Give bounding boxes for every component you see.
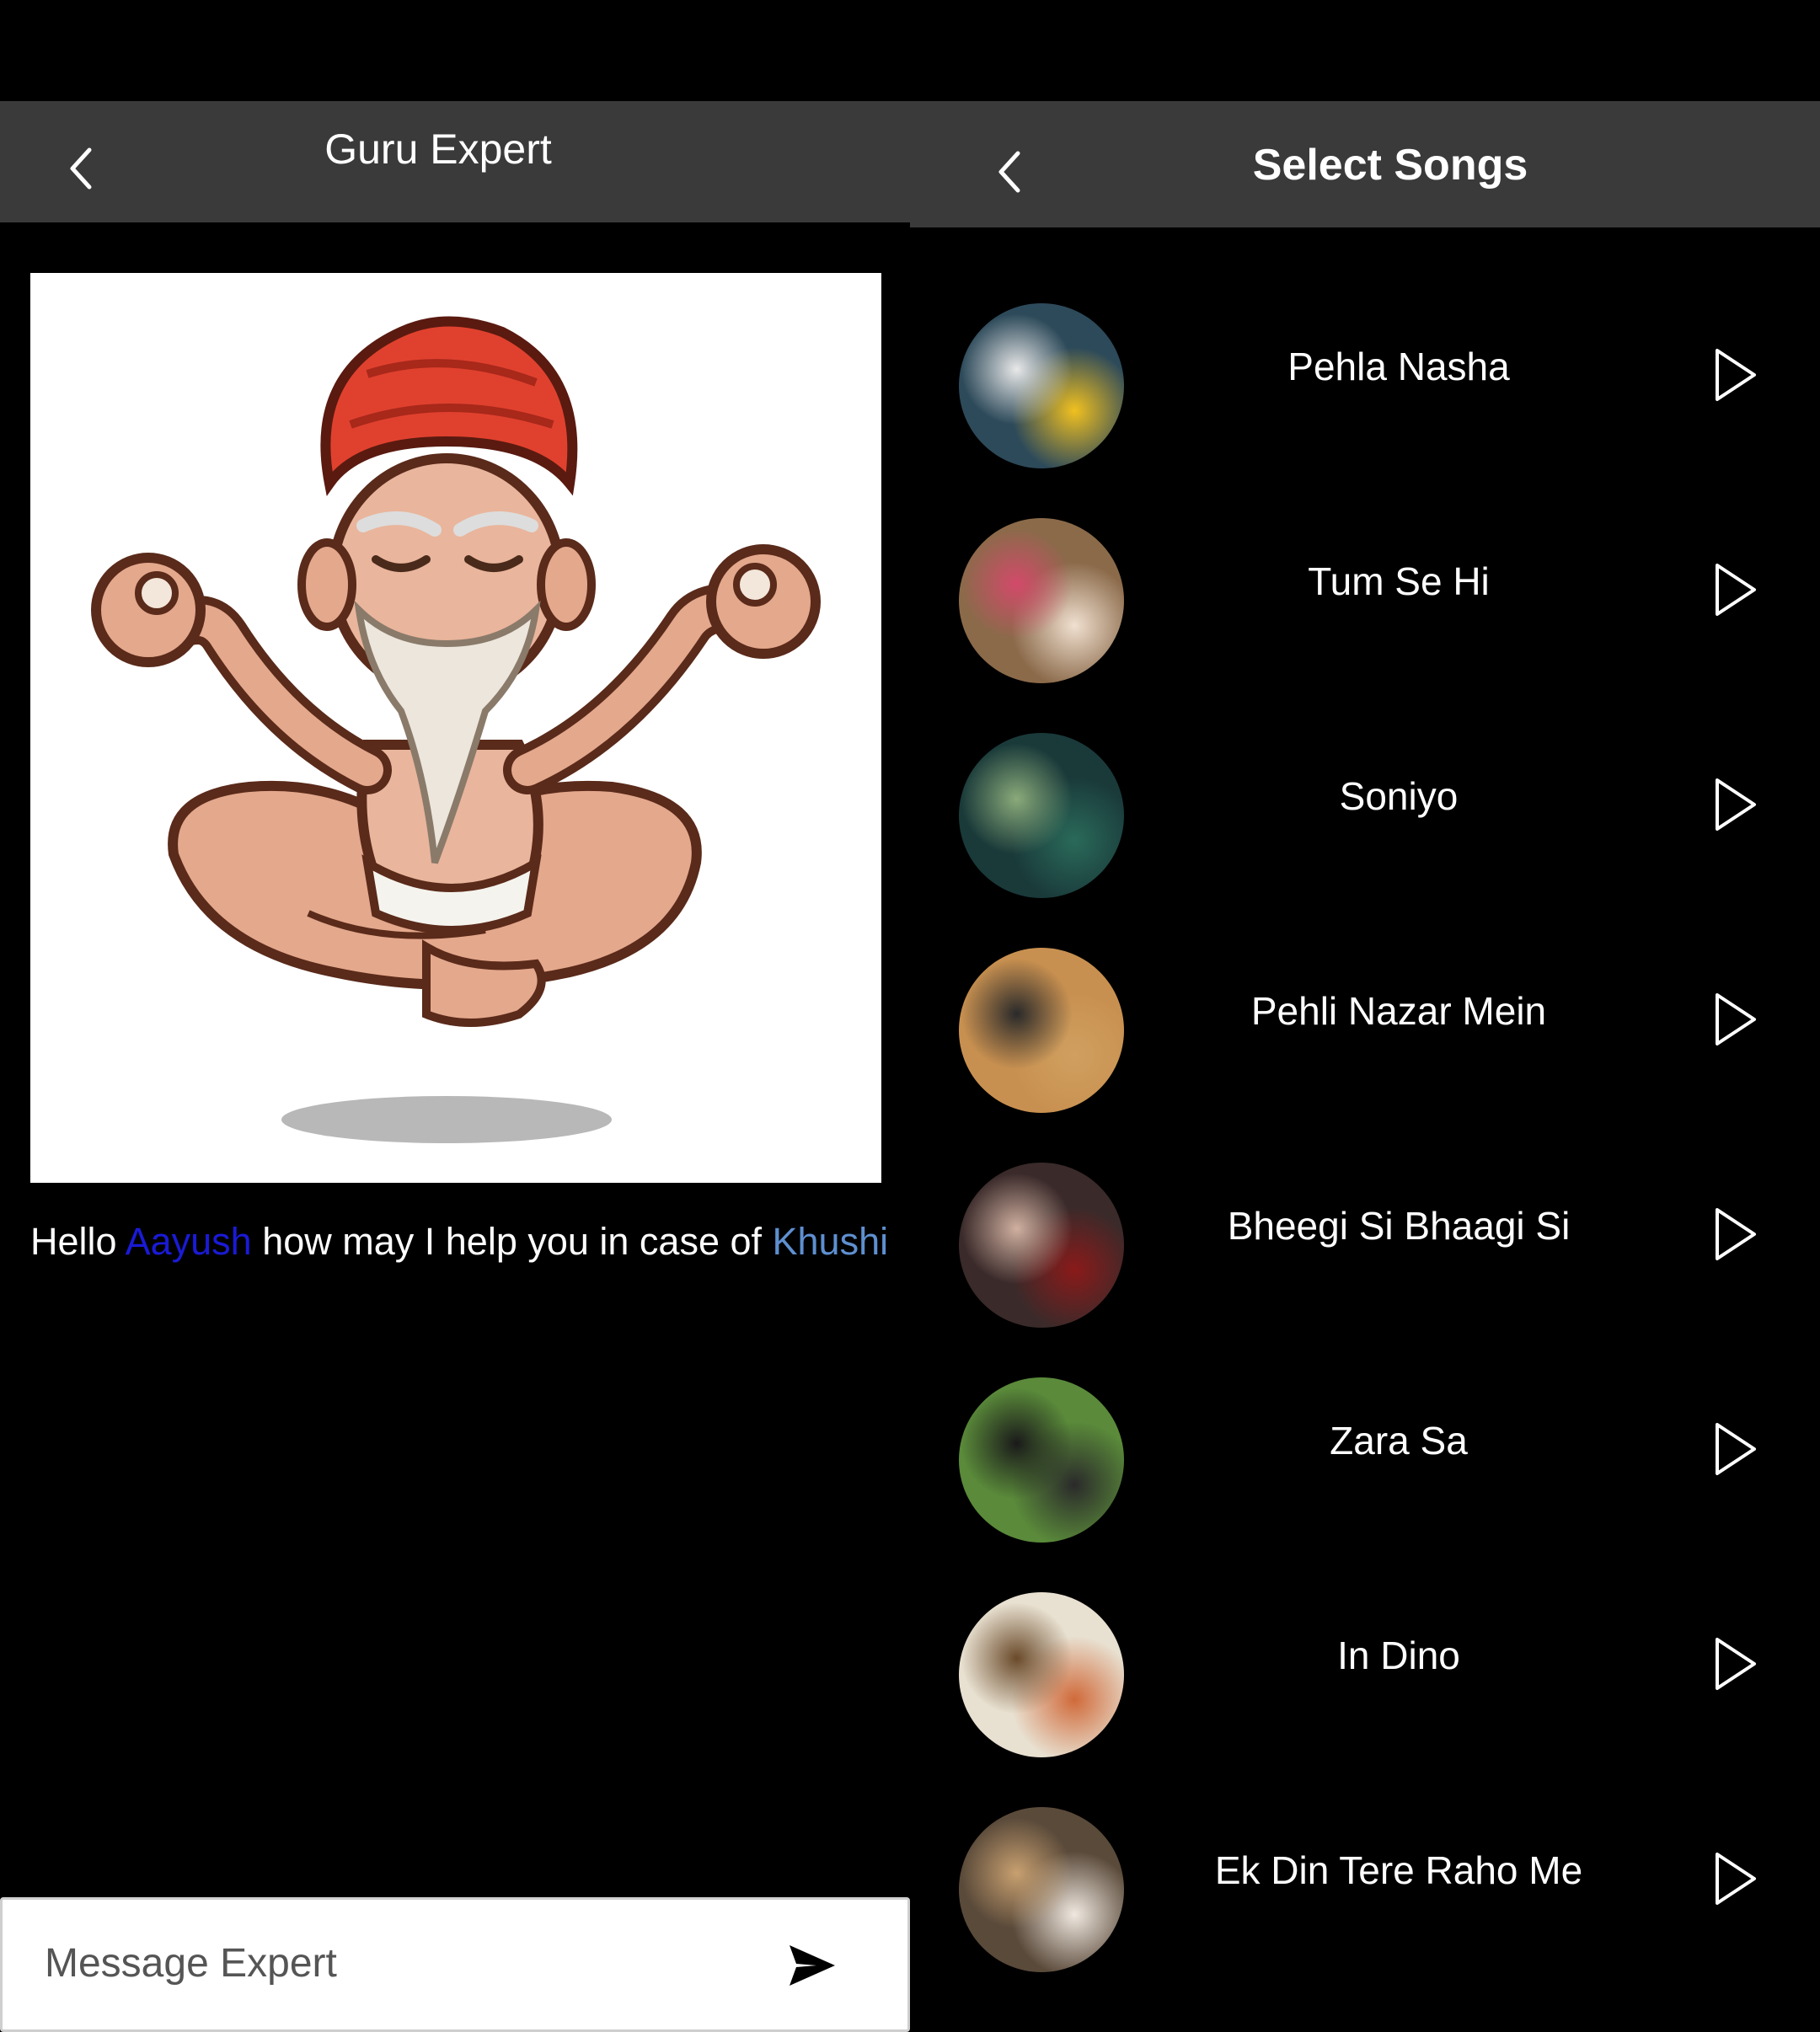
song-row[interactable]: Ek Din Tere Raho Me [910,1790,1820,2005]
song-row[interactable]: Zara Sa [910,1361,1820,1575]
select-songs-screen: Select Songs Pehla Nasha Tum Se Hi Soniyo P… [910,0,1820,2032]
play-icon [1716,349,1756,401]
play-button[interactable] [1710,1849,1761,1908]
message-input[interactable] [45,1925,719,2001]
play-button[interactable] [1710,1634,1761,1693]
play-button[interactable] [1710,990,1761,1049]
song-title: Tum Se Hi [1308,559,1490,603]
expert-greeting: Hello Aayush how may I help you in case … [30,1220,907,1264]
song-row[interactable]: Soniyo [910,716,1820,931]
song-row[interactable]: Tum Se Hi [910,501,1820,716]
page-title: Select Songs [1252,141,1528,190]
play-icon [1716,1853,1756,1905]
person-name: Khushi [772,1220,889,1263]
send-icon [790,1945,835,1986]
guru-expert-screen: Guru Expert Hello Aayush how may I help … [0,0,910,2032]
play-button[interactable] [1710,345,1761,404]
song-title: Soniyo [1339,774,1459,818]
album-art-thumbnail [959,733,1124,898]
play-button[interactable] [1710,775,1761,834]
song-row[interactable]: Pehli Nazar Mein [910,931,1820,1146]
song-title: Pehla Nasha [1287,345,1510,388]
guru-illustration [30,273,881,1183]
play-icon [1716,564,1756,616]
song-title: Ek Din Tere Raho Me [1214,1848,1583,1892]
song-title: Zara Sa [1330,1419,1468,1463]
play-button[interactable] [1710,560,1761,619]
song-title: Bheegi Si Bhaagi Si [1227,1204,1571,1248]
album-art-thumbnail [959,1807,1124,1972]
album-art-thumbnail [959,1377,1124,1543]
play-icon [1716,778,1756,831]
song-row[interactable]: Pehla Nasha [910,286,1820,501]
page-title: Guru Expert [324,126,552,173]
album-art-thumbnail [959,948,1124,1113]
album-art-thumbnail [959,1163,1124,1328]
user-name: Aayush [125,1220,252,1263]
play-icon [1716,1638,1756,1690]
play-icon [1716,1423,1756,1475]
song-row[interactable]: Bheegi Si Bhaagi Si [910,1146,1820,1361]
play-button[interactable] [1710,1420,1761,1479]
play-button[interactable] [1710,1205,1761,1264]
album-art-thumbnail [959,518,1124,683]
greeting-middle: how may I help you in case of [251,1220,773,1263]
greeting-prefix: Hello [30,1220,126,1263]
song-title: In Dino [1337,1634,1460,1677]
send-button[interactable] [778,1932,845,1999]
song-row[interactable]: In Dino [910,1575,1820,1790]
play-icon [1716,993,1756,1045]
song-title: Pehli Nazar Mein [1250,989,1547,1033]
album-art-thumbnail [959,1592,1124,1757]
message-composer [0,1897,910,2032]
play-icon [1716,1208,1756,1260]
album-art-thumbnail [959,303,1124,468]
